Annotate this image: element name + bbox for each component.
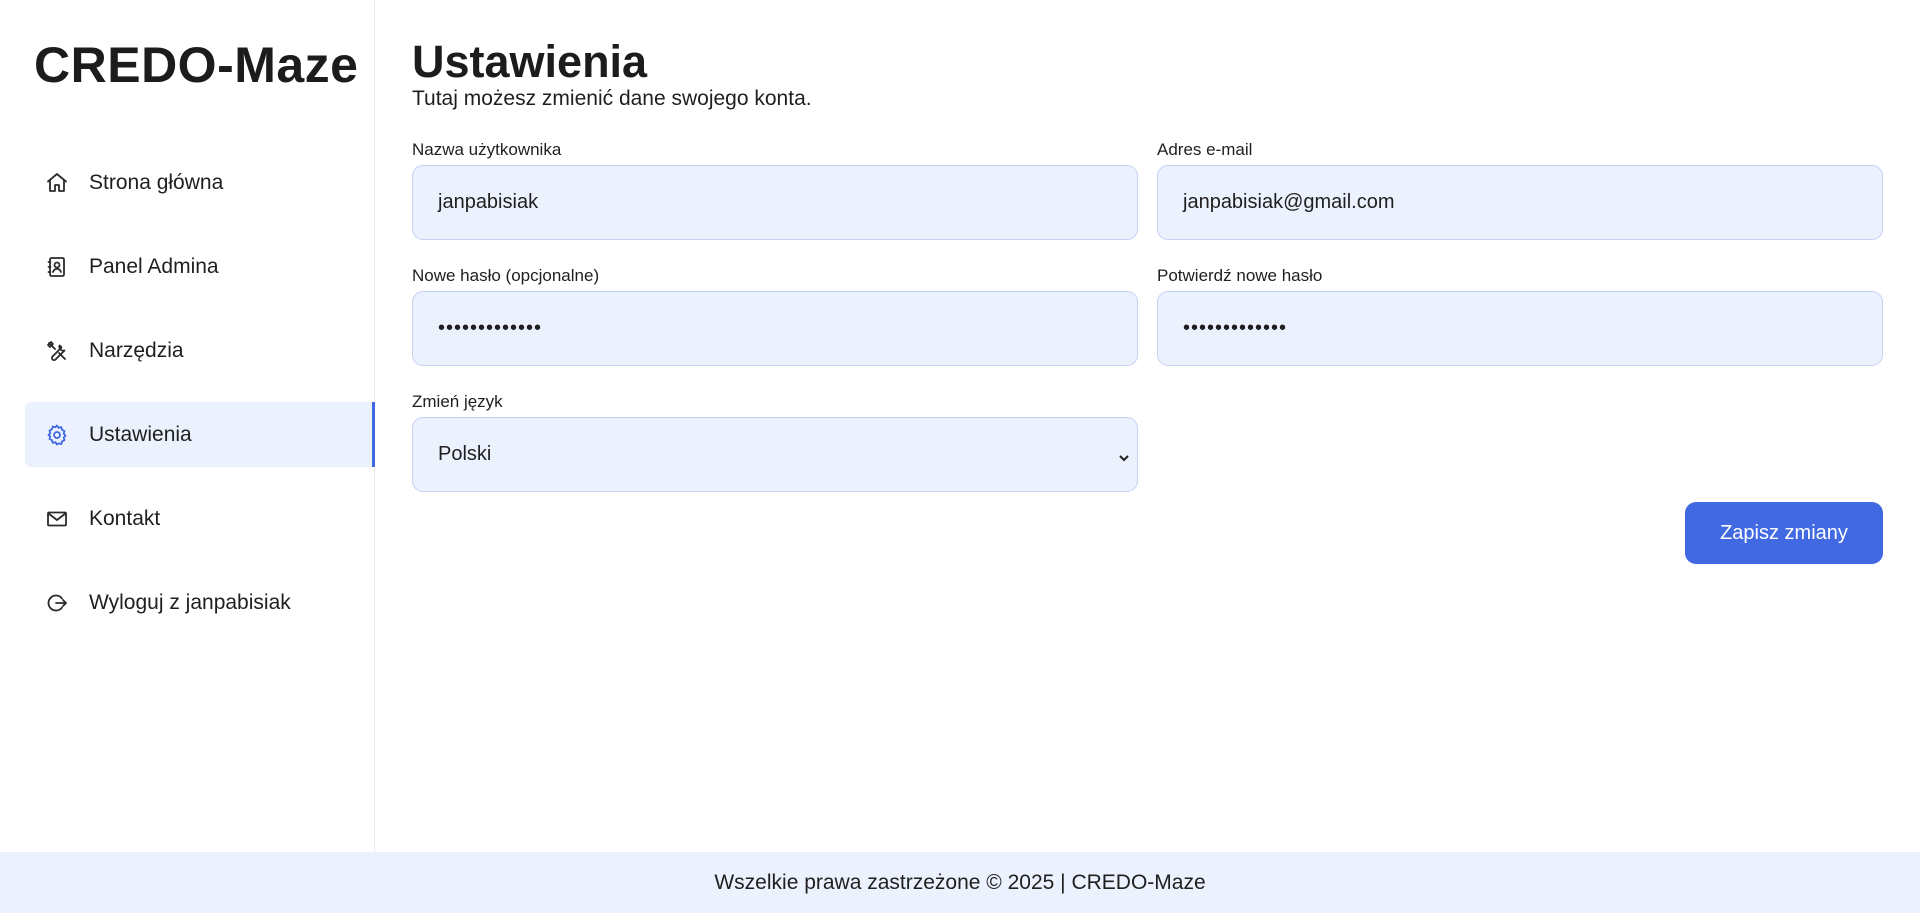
username-field-group: Nazwa użytkownika janpabisiak [412,140,1138,240]
email-input[interactable]: janpabisiak@gmail.com [1157,165,1883,240]
contact-book-icon [45,255,69,279]
confirm-password-label: Potwierdź nowe hasło [1157,266,1323,285]
sidebar-item-label: Strona główna [89,170,224,194]
sidebar-item-label: Wyloguj z janpabisiak [89,590,291,614]
language-label: Zmień język [412,392,503,411]
language-select-value: Polski [438,443,492,465]
confirm-password-field-group: Potwierdź nowe hasło ••••••••••••• [1157,266,1883,366]
tools-icon [45,339,69,363]
new-password-label: Nowe hasło (opcjonalne) [412,266,600,285]
sidebar-item-label: Ustawienia [89,422,192,446]
footer-copyright: Wszelkie prawa zastrzeżone © 2025 | CRED… [714,870,1206,894]
logout-icon [45,591,69,615]
username-input[interactable]: janpabisiak [412,165,1138,240]
username-label: Nazwa użytkownika [412,140,562,159]
chevron-down-icon [1117,448,1131,462]
page-subtitle: Tutaj możesz zmienić dane swojego konta. [412,87,812,110]
sidebar-item-admin-panel[interactable]: Panel Admina [25,234,375,299]
sidebar-item-tools[interactable]: Narzędzia [25,318,375,383]
sidebar: CREDO-Maze Strona główna Panel Admina Na… [0,0,375,852]
sidebar-item-label: Kontakt [89,506,161,530]
sidebar-item-home[interactable]: Strona główna [25,150,375,215]
sidebar-nav: Strona główna Panel Admina Narzędzia Ust… [25,150,375,654]
home-icon [45,171,69,195]
new-password-input[interactable]: ••••••••••••• [412,291,1138,366]
language-field-group: Zmień język Polski [412,392,1138,492]
footer: Wszelkie prawa zastrzeżone © 2025 | CRED… [0,852,1920,913]
sidebar-item-settings[interactable]: Ustawienia [25,402,375,467]
sidebar-item-logout[interactable]: Wyloguj z janpabisiak [25,570,375,635]
language-select[interactable]: Polski [412,417,1138,492]
mail-icon [45,507,69,531]
sidebar-item-contact[interactable]: Kontakt [25,486,375,551]
confirm-password-input[interactable]: ••••••••••••• [1157,291,1883,366]
save-changes-button[interactable]: Zapisz zmiany [1685,502,1883,564]
brand-logo[interactable]: CREDO-Maze [34,36,358,94]
gear-icon [45,423,69,447]
sidebar-item-label: Panel Admina [89,254,219,278]
sidebar-item-label: Narzędzia [89,338,184,362]
page-title: Ustawienia [412,36,648,87]
email-field-group: Adres e-mail janpabisiak@gmail.com [1157,140,1883,240]
new-password-field-group: Nowe hasło (opcjonalne) ••••••••••••• [412,266,1138,366]
email-label: Adres e-mail [1157,140,1253,159]
